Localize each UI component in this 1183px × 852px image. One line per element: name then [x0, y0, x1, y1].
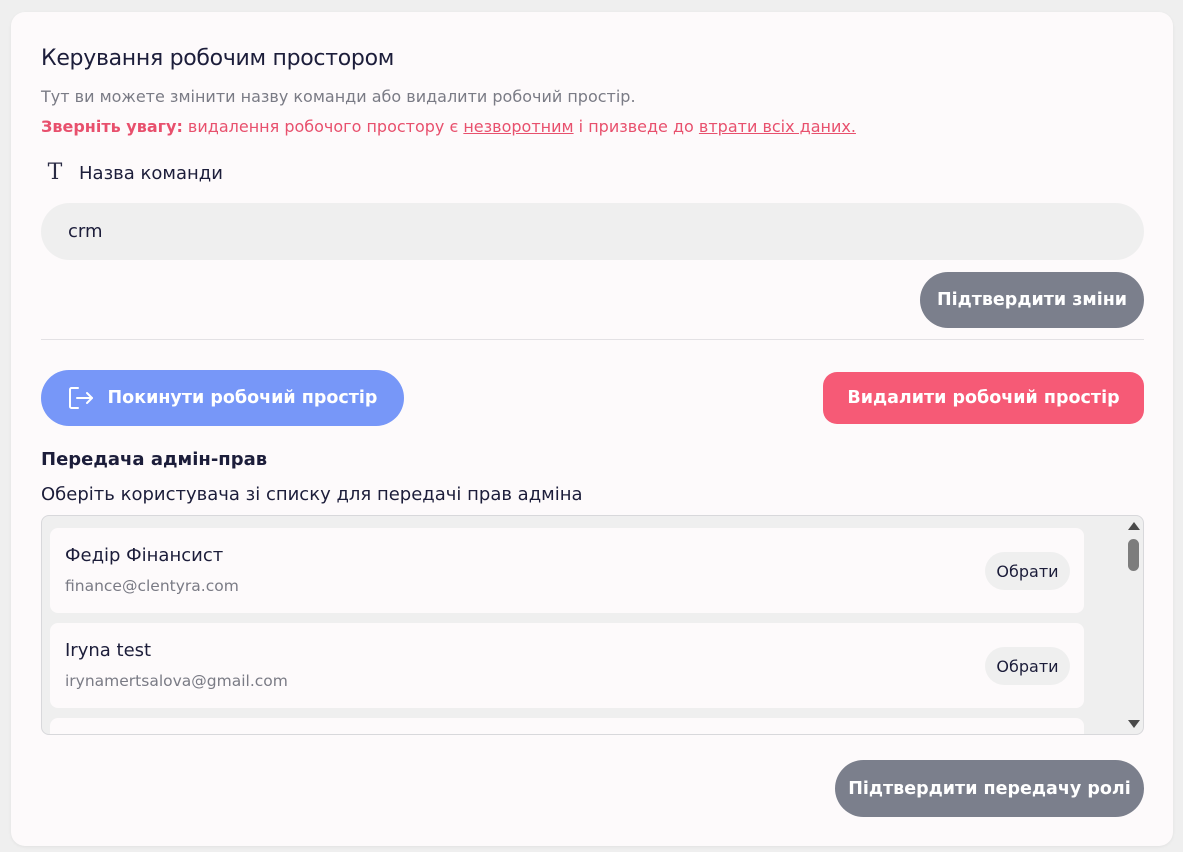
text-type-icon: T: [47, 160, 63, 185]
scroll-down-icon[interactable]: [1128, 720, 1140, 728]
list-item-partial: [50, 718, 1084, 734]
delete-workspace-button[interactable]: Видалити робочий простір: [823, 372, 1144, 424]
team-name-label-text: Назва команди: [79, 162, 223, 184]
user-email: irynamertsalova@gmail.com: [65, 672, 288, 690]
workspace-settings-card: Керування робочим простором Тут ви может…: [11, 12, 1173, 846]
select-user-button[interactable]: Обрати: [985, 647, 1070, 685]
admin-transfer-description: Оберіть користувача зі списку для переда…: [41, 484, 583, 505]
warning-irreversible-link: незворотним: [463, 117, 574, 136]
user-list[interactable]: Федір Фінансист finance@clentyra.com Обр…: [41, 515, 1144, 735]
warning-text-2: і призведе до: [573, 117, 699, 136]
team-name-label: T Назва команди: [45, 162, 223, 184]
page-subtitle: Тут ви можете змінити назву команди або …: [41, 87, 636, 106]
select-user-button[interactable]: Обрати: [985, 552, 1070, 590]
user-name: Iryna test: [65, 640, 152, 661]
delete-warning: Зверніть увагу: видалення робочого прост…: [41, 117, 856, 136]
warning-text-1: видалення робочого простору є: [182, 117, 464, 136]
divider: [41, 339, 1144, 340]
warning-data-loss-link: втрати всіх даних.: [698, 117, 856, 136]
list-item: Iryna test irynamertsalova@gmail.com Обр…: [50, 623, 1084, 708]
exit-icon: [68, 387, 93, 409]
leave-workspace-button[interactable]: Покинути робочий простір: [41, 370, 404, 426]
team-name-input[interactable]: [41, 203, 1144, 260]
list-item: Федір Фінансист finance@clentyra.com Обр…: [50, 528, 1084, 613]
user-email: finance@clentyra.com: [65, 577, 239, 595]
leave-workspace-label: Покинути робочий простір: [107, 388, 378, 408]
page-title: Керування робочим простором: [41, 46, 395, 71]
confirm-changes-button[interactable]: Підтвердити зміни: [920, 272, 1144, 328]
list-scrollbar[interactable]: [1123, 516, 1143, 734]
confirm-role-transfer-button[interactable]: Підтвердити передачу ролі: [835, 760, 1144, 817]
scroll-thumb[interactable]: [1128, 539, 1139, 571]
admin-transfer-title: Передача адмін-прав: [41, 449, 268, 470]
warning-prefix: Зверніть увагу:: [41, 117, 183, 136]
user-name: Федір Фінансист: [65, 545, 224, 566]
scroll-up-icon[interactable]: [1128, 522, 1140, 530]
